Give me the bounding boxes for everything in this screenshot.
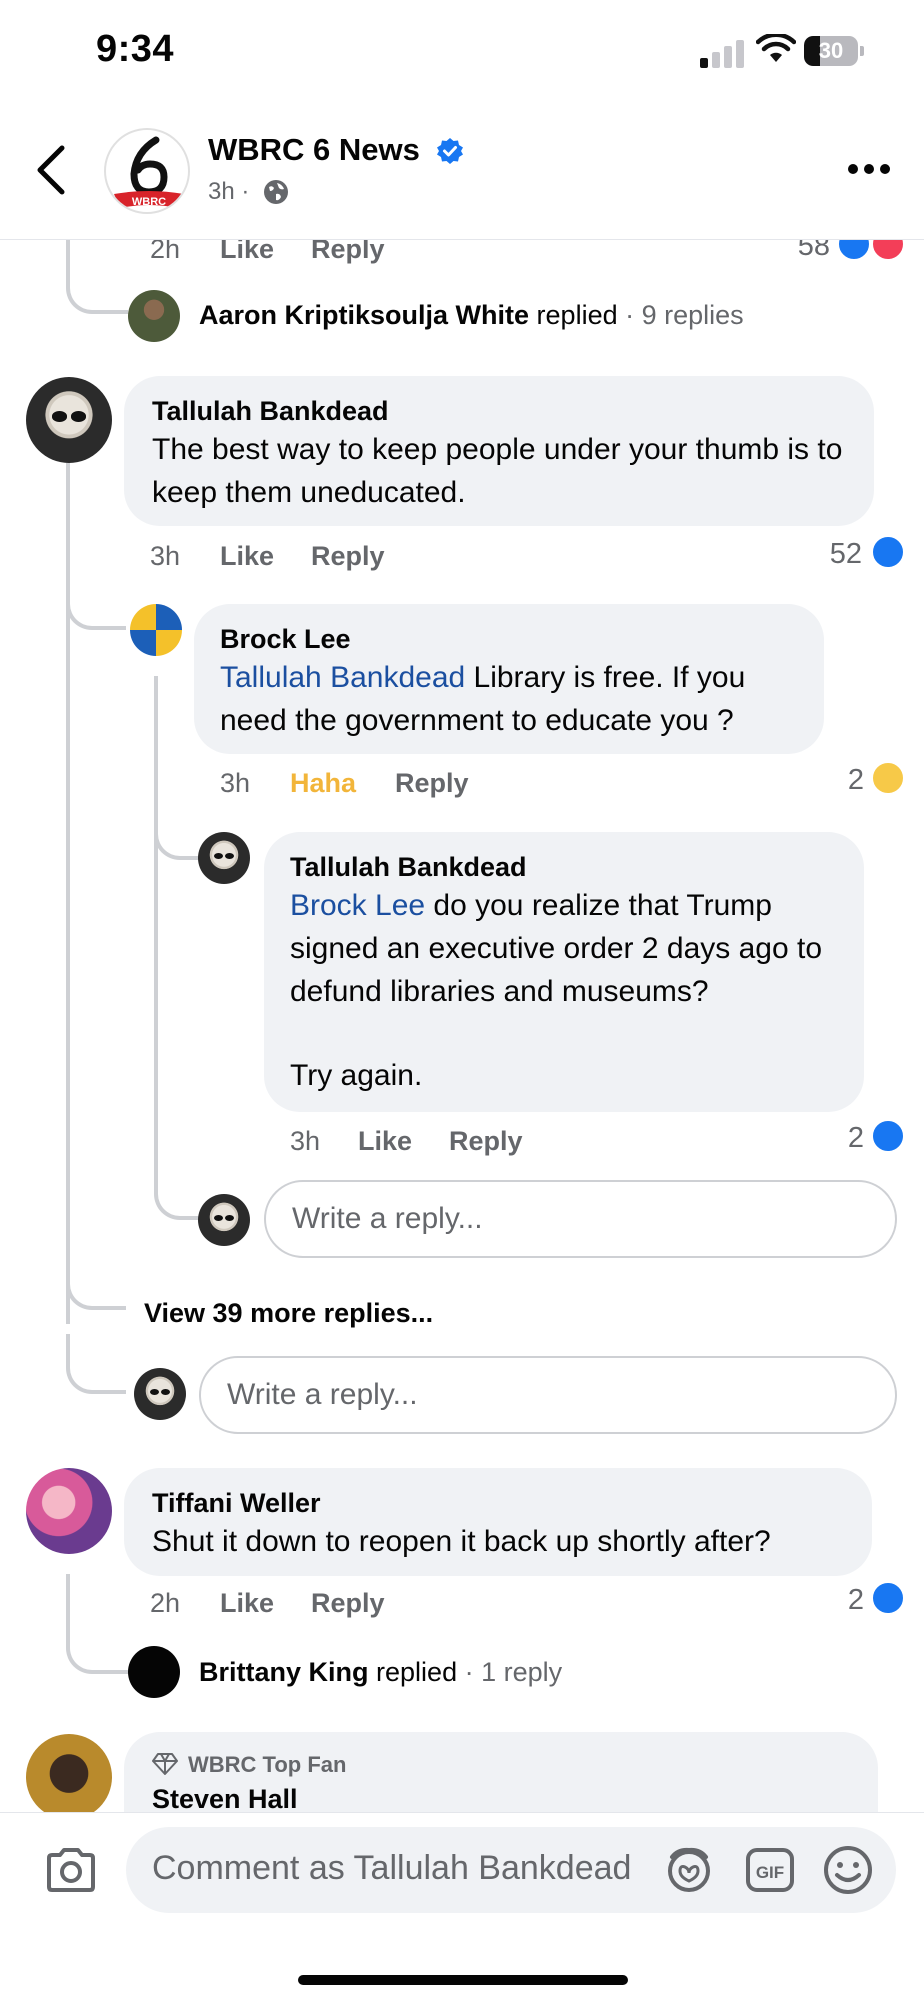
- avatar[interactable]: [130, 604, 182, 656]
- replies-summary[interactable]: Aaron Kriptiksoulja White replied · 9 re…: [199, 300, 744, 331]
- view-more-replies-link[interactable]: View 39 more replies...: [144, 1298, 433, 1329]
- top-fan-badge: WBRC Top Fan: [188, 1752, 347, 1777]
- haha-reaction-icon: [870, 760, 906, 796]
- comment-composer: Comment as Tallulah Bankdead GIF: [0, 1812, 924, 2000]
- verified-badge-icon: [437, 138, 463, 164]
- like-button[interactable]: Like: [220, 1588, 274, 1619]
- more-options-icon[interactable]: [848, 164, 892, 176]
- replies-summary[interactable]: Brittany King replied · 1 reply: [199, 1657, 562, 1688]
- replier-name: Brittany King: [199, 1657, 369, 1687]
- comment-time: 3h: [290, 1126, 321, 1156]
- mention-link[interactable]: Brock Lee: [290, 889, 425, 922]
- reply-button[interactable]: Reply: [311, 1588, 385, 1619]
- reply-button[interactable]: Reply: [449, 1126, 523, 1157]
- replied-label: replied: [376, 1657, 458, 1687]
- like-button[interactable]: Like: [220, 541, 274, 572]
- reaction-count: 2: [847, 1122, 864, 1154]
- reaction-count: 2: [847, 764, 864, 796]
- thread-connector: [154, 1176, 202, 1220]
- avatar[interactable]: [26, 377, 112, 463]
- comment-bubble: Tiffani Weller Shut it down to reopen it…: [124, 1468, 872, 1576]
- haha-reaction-button[interactable]: Haha: [290, 768, 356, 799]
- wifi-icon: [756, 34, 796, 62]
- comment-text: Tallulah Bankdead Library is free. If yo…: [220, 656, 810, 742]
- thread-connector: [66, 1600, 128, 1674]
- like-button[interactable]: Like: [358, 1126, 412, 1157]
- comment-text: The best way to keep people under your t…: [152, 433, 843, 509]
- reply-count: · 1 reply: [464, 1657, 563, 1687]
- diamond-icon: [152, 1753, 178, 1775]
- thread-line: [154, 676, 158, 1176]
- reaction-count: 2: [847, 1584, 864, 1616]
- mention-link[interactable]: Tallulah Bankdead: [220, 661, 465, 694]
- logo-text: WBRC: [132, 196, 166, 208]
- thread-connector: [154, 810, 202, 860]
- status-time: 9:34: [96, 28, 175, 70]
- comment-text: Brock Lee do you realize that Trump sign…: [290, 884, 850, 1013]
- comment-text: Shut it down to reopen it back up shortl…: [152, 1525, 771, 1558]
- reply-input[interactable]: Write a reply...: [199, 1356, 897, 1434]
- comment-author[interactable]: Tallulah Bankdead: [152, 396, 389, 427]
- comment-author[interactable]: Brock Lee: [220, 624, 351, 655]
- like-reaction-icon: [870, 1118, 906, 1154]
- reply-button[interactable]: Reply: [311, 541, 385, 572]
- avatar[interactable]: [26, 1734, 112, 1820]
- avatar-sticker-icon[interactable]: [664, 1847, 714, 1893]
- comment-text-second-paragraph: Try again.: [290, 1059, 423, 1092]
- page-name[interactable]: WBRC 6 News: [208, 132, 420, 168]
- comment-bubble: Tallulah Bankdead Brock Lee do you reali…: [264, 832, 864, 1112]
- avatar: [134, 1368, 186, 1420]
- replier-name: Aaron Kriptiksoulja White: [199, 300, 530, 330]
- comment-time: 3h: [150, 541, 181, 571]
- globe-icon: [264, 180, 288, 204]
- camera-icon[interactable]: [44, 1847, 98, 1893]
- post-meta: 3h ·: [208, 178, 250, 205]
- gif-icon[interactable]: GIF: [746, 1847, 794, 1893]
- comment-time: 2h: [150, 1588, 181, 1618]
- battery-level: 30: [818, 38, 844, 63]
- home-indicator: [298, 1975, 628, 1985]
- thread-connector: [66, 1334, 126, 1394]
- comment-time: 3h: [220, 768, 251, 798]
- avatar[interactable]: [26, 1468, 112, 1554]
- comment-bubble: Brock Lee Tallulah Bankdead Library is f…: [194, 604, 824, 754]
- cellular-signal-icon: [700, 38, 744, 68]
- wbrc-logo-icon: WBRC: [114, 136, 184, 208]
- comment-author[interactable]: Tallulah Bankdead: [290, 852, 527, 883]
- like-reaction-icon: [870, 1580, 906, 1616]
- reply-input[interactable]: Write a reply...: [264, 1180, 897, 1258]
- avatar[interactable]: [198, 832, 250, 884]
- reply-button[interactable]: Reply: [395, 768, 469, 799]
- thread-connector: [66, 240, 128, 314]
- battery-icon: 30: [804, 36, 864, 66]
- comment-input[interactable]: Comment as Tallulah Bankdead GIF: [126, 1827, 896, 1913]
- page-avatar[interactable]: WBRC: [104, 128, 190, 214]
- comment-author[interactable]: Tiffani Weller: [152, 1488, 321, 1519]
- reaction-count: 52: [829, 538, 862, 570]
- comment-bubble: Tallulah Bankdead The best way to keep p…: [124, 376, 874, 526]
- replied-label: replied: [536, 300, 618, 330]
- back-icon[interactable]: [32, 142, 72, 198]
- post-header: WBRC WBRC 6 News 3h ·: [0, 100, 924, 240]
- reply-count: · 9 replies: [625, 300, 744, 330]
- comment-author[interactable]: Steven Hall: [152, 1784, 298, 1815]
- svg-text:GIF: GIF: [756, 1863, 784, 1882]
- avatar: [198, 1194, 250, 1246]
- like-reaction-icon: [870, 534, 906, 570]
- avatar[interactable]: [128, 1646, 180, 1698]
- emoji-icon[interactable]: [822, 1845, 874, 1895]
- avatar[interactable]: [128, 290, 180, 342]
- comment-input-placeholder: Comment as Tallulah Bankdead: [152, 1849, 632, 1887]
- thread-connector: [66, 1270, 126, 1310]
- thread-connector: [66, 590, 126, 630]
